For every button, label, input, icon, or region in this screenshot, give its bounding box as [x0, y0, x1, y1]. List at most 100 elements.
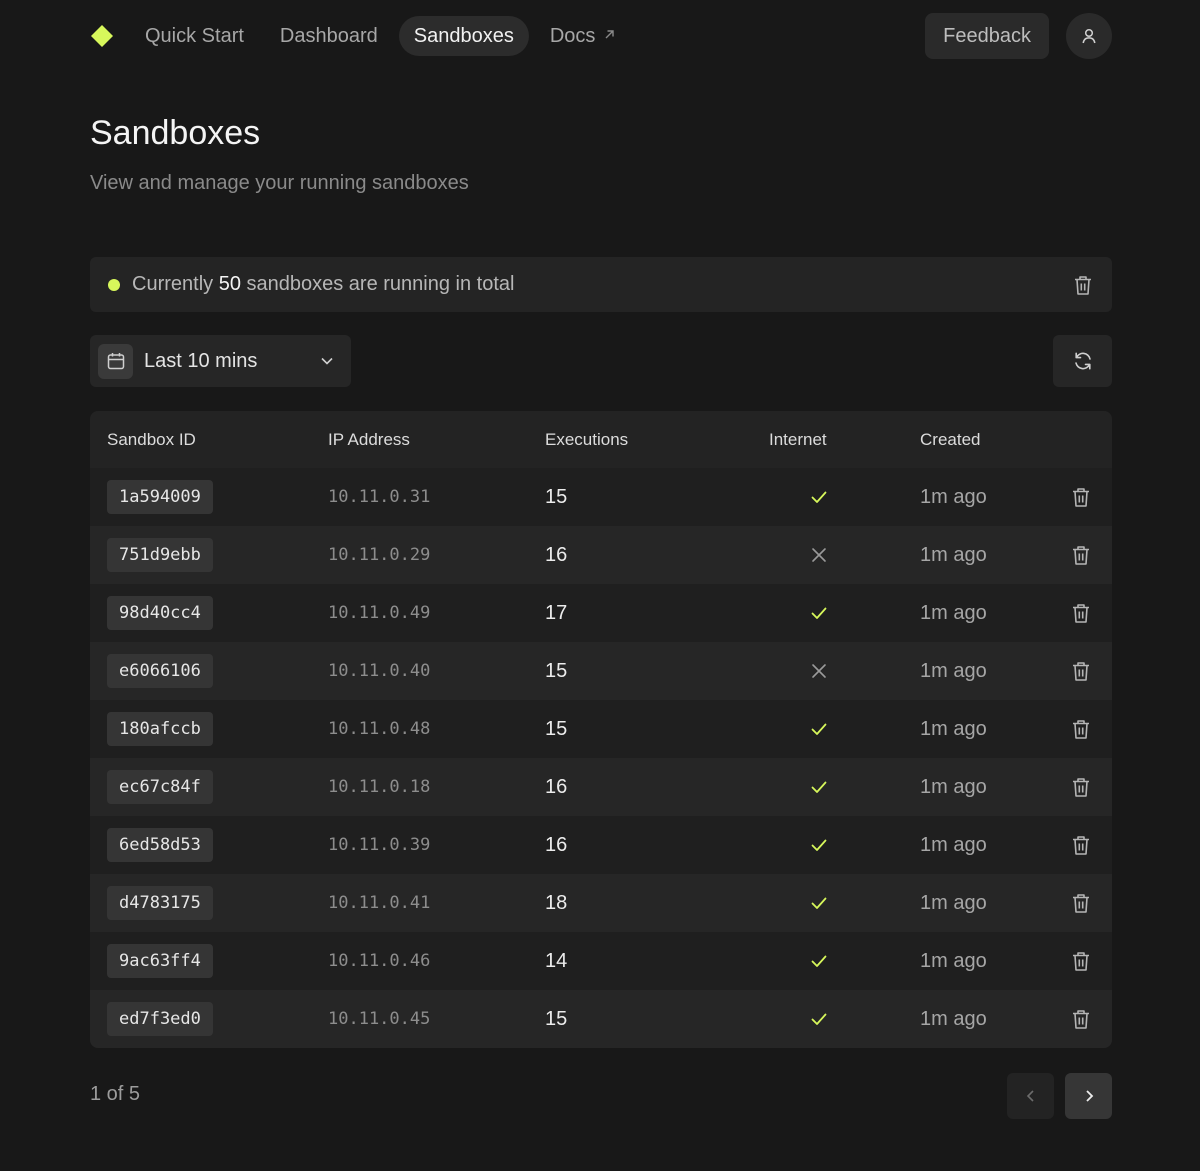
sandbox-id-cell: d4783175 — [90, 886, 328, 920]
executions-cell: 15 — [545, 660, 748, 683]
logo-diamond-icon[interactable] — [91, 25, 113, 47]
sandbox-id-badge[interactable]: e6066106 — [107, 654, 213, 688]
previous-page-button[interactable] — [1007, 1073, 1054, 1119]
table-row[interactable]: d4783175 10.11.0.41 18 1m ago — [90, 874, 1112, 932]
created-time: 1m ago — [920, 949, 987, 972]
next-page-button[interactable] — [1065, 1073, 1112, 1119]
executions-count: 17 — [545, 601, 568, 624]
executions-count: 15 — [545, 659, 568, 682]
refresh-icon — [1072, 350, 1094, 372]
trash-icon[interactable] — [1070, 950, 1092, 972]
column-header-internet[interactable]: Internet — [748, 430, 920, 450]
executions-cell: 18 — [545, 892, 748, 915]
table-row[interactable]: 9ac63ff4 10.11.0.46 14 1m ago — [90, 932, 1112, 990]
sandbox-id-badge[interactable]: 6ed58d53 — [107, 828, 213, 862]
sandbox-id-badge[interactable]: d4783175 — [107, 886, 213, 920]
created-cell: 1m ago — [920, 950, 1050, 973]
ip-address-cell: 10.11.0.18 — [328, 777, 545, 797]
sandbox-id-badge[interactable]: 98d40cc4 — [107, 596, 213, 630]
column-header-sandbox-id[interactable]: Sandbox ID — [90, 430, 328, 450]
pagination-label: 1 of 5 — [90, 1083, 141, 1105]
trash-icon[interactable] — [1070, 602, 1092, 624]
check-icon — [809, 893, 829, 913]
created-time: 1m ago — [920, 833, 987, 856]
trash-icon[interactable] — [1070, 834, 1092, 856]
created-cell: 1m ago — [920, 602, 1050, 625]
trash-icon[interactable] — [1072, 274, 1094, 296]
ip-address-cell: 10.11.0.29 — [328, 545, 545, 565]
sandbox-id-cell: 98d40cc4 — [90, 596, 328, 630]
trash-icon[interactable] — [1070, 718, 1092, 740]
trash-icon[interactable] — [1070, 776, 1092, 798]
table-row[interactable]: 751d9ebb 10.11.0.29 16 1m ago — [90, 526, 1112, 584]
delete-cell — [1050, 892, 1112, 914]
created-time: 1m ago — [920, 775, 987, 798]
check-icon — [809, 719, 829, 739]
internet-cell — [748, 603, 920, 623]
executions-cell: 17 — [545, 602, 748, 625]
executions-count: 16 — [545, 775, 568, 798]
trash-icon[interactable] — [1070, 660, 1092, 682]
chevron-down-icon — [319, 353, 335, 369]
nav-link-quick-start[interactable]: Quick Start — [123, 16, 259, 56]
executions-cell: 15 — [545, 486, 748, 509]
internet-cell — [748, 893, 920, 913]
external-link-icon — [603, 28, 616, 41]
ip-address-cell: 10.11.0.39 — [328, 835, 545, 855]
created-time: 1m ago — [920, 543, 987, 566]
internet-cell — [748, 719, 920, 739]
status-dot-icon — [108, 278, 120, 291]
nav-link-label: Docs — [549, 25, 596, 47]
ip-address: 10.11.0.45 — [328, 1009, 431, 1029]
time-range-select[interactable]: Last 10 mins — [90, 335, 351, 387]
user-account-button[interactable] — [1066, 13, 1112, 59]
sandbox-id-cell: 751d9ebb — [90, 538, 328, 572]
executions-count: 18 — [545, 891, 568, 914]
trash-icon[interactable] — [1070, 544, 1092, 566]
ip-address-cell: 10.11.0.40 — [328, 661, 545, 681]
column-header-executions[interactable]: Executions — [545, 430, 748, 450]
chevron-right-icon — [1081, 1088, 1097, 1104]
table-row[interactable]: e6066106 10.11.0.40 15 1m ago — [90, 642, 1112, 700]
sandbox-id-badge[interactable]: ec67c84f — [107, 770, 213, 804]
column-header-created[interactable]: Created — [920, 430, 1050, 450]
sandbox-id-badge[interactable]: 1a594009 — [107, 480, 213, 514]
created-cell: 1m ago — [920, 544, 1050, 567]
table-row[interactable]: ec67c84f 10.11.0.18 16 1m ago — [90, 758, 1112, 816]
ip-address-cell: 10.11.0.31 — [328, 487, 545, 507]
nav-link-docs[interactable]: Docs — [535, 16, 632, 56]
ip-address: 10.11.0.29 — [328, 545, 431, 565]
created-cell: 1m ago — [920, 660, 1050, 683]
table-row[interactable]: 6ed58d53 10.11.0.39 16 1m ago — [90, 816, 1112, 874]
table-row[interactable]: 180afccb 10.11.0.48 15 1m ago — [90, 700, 1112, 758]
nav-link-dashboard[interactable]: Dashboard — [265, 16, 393, 56]
column-header-ip-address[interactable]: IP Address — [328, 430, 545, 450]
trash-icon[interactable] — [1070, 892, 1092, 914]
ip-address-cell: 10.11.0.46 — [328, 951, 545, 971]
table-row[interactable]: ed7f3ed0 10.11.0.45 15 1m ago — [90, 990, 1112, 1048]
check-icon — [809, 603, 829, 623]
feedback-button[interactable]: Feedback — [925, 13, 1049, 59]
check-icon — [809, 1009, 829, 1029]
ip-address-cell: 10.11.0.45 — [328, 1009, 545, 1029]
sandbox-id-badge[interactable]: ed7f3ed0 — [107, 1002, 213, 1036]
sandbox-id-cell: 1a594009 — [90, 480, 328, 514]
sandbox-id-badge[interactable]: 9ac63ff4 — [107, 944, 213, 978]
executions-count: 16 — [545, 543, 568, 566]
user-icon — [1080, 27, 1098, 45]
table-row[interactable]: 1a594009 10.11.0.31 15 1m ago — [90, 468, 1112, 526]
table-row[interactable]: 98d40cc4 10.11.0.49 17 1m ago — [90, 584, 1112, 642]
nav-link-sandboxes[interactable]: Sandboxes — [398, 16, 529, 56]
trash-icon[interactable] — [1070, 1008, 1092, 1030]
internet-cell — [748, 835, 920, 855]
page-title: Sandboxes — [90, 114, 261, 152]
sandboxes-table: Sandbox ID IP Address Executions Interne… — [90, 411, 1112, 1048]
time-range-value: Last 10 mins — [144, 349, 258, 372]
table-body: 1a594009 10.11.0.31 15 1m ago 751d9ebb 10.11.… — [90, 468, 1112, 1048]
ip-address: 10.11.0.39 — [328, 835, 431, 855]
trash-icon[interactable] — [1070, 486, 1092, 508]
refresh-button[interactable] — [1053, 335, 1112, 387]
sandbox-id-cell: e6066106 — [90, 654, 328, 688]
sandbox-id-badge[interactable]: 180afccb — [107, 712, 213, 746]
sandbox-id-badge[interactable]: 751d9ebb — [107, 538, 213, 572]
